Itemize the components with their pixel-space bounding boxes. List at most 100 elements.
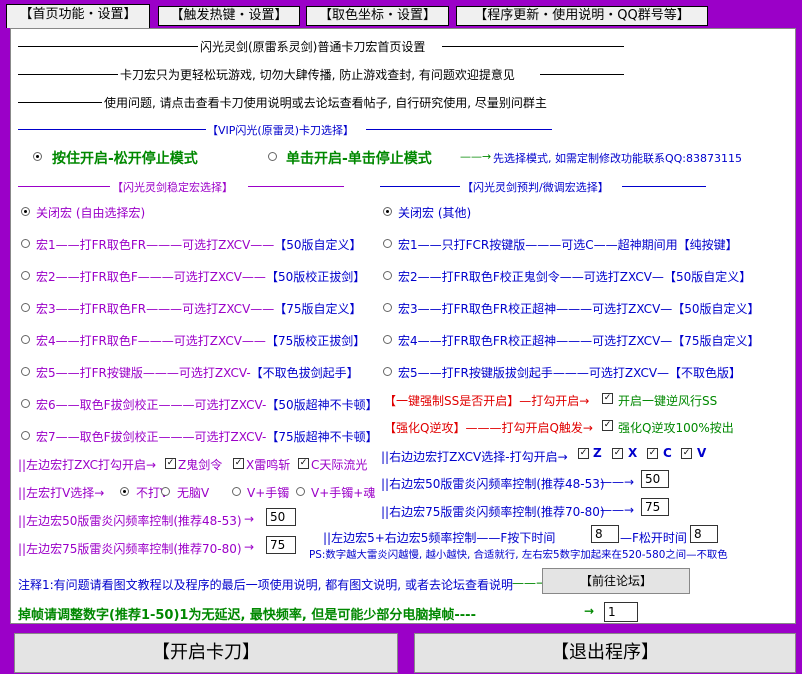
divider: [622, 186, 706, 187]
ps-note: PS:数字越大雷炎闪越慢, 越小越快, 合适就行, 左右宏5数字加起来在520-…: [309, 549, 728, 561]
key5-down-input[interactable]: 8: [591, 525, 619, 543]
left-macro3-radio[interactable]: [21, 303, 30, 312]
left-v-bracelet-radio[interactable]: [232, 487, 241, 496]
left-off-label: 关闭宏 (自由选择宏): [36, 206, 146, 220]
left-macro2-radio[interactable]: [21, 271, 30, 280]
left-macro4-radio[interactable]: [21, 335, 30, 344]
tab-hotkey-settings[interactable]: 【触发热键・设置】: [158, 6, 300, 26]
forum-button[interactable]: 【前往论坛】: [542, 568, 690, 594]
left-c-checkbox[interactable]: ✓: [298, 458, 309, 469]
right-x-label: X: [628, 446, 638, 460]
qnx-label: 【强化Q逆攻】———打勾开启Q触发→: [384, 421, 593, 435]
right-macro3-label: 宏3——打FR取色FR校正超神———可选打ZXCV—【50版自定义】: [398, 302, 760, 316]
right-c-label: C: [663, 446, 672, 460]
left-macro6-label: 宏6——取色F拔剑校正———可选打ZXCV-【50版超神不卡顿】: [36, 398, 378, 412]
divider: [18, 186, 110, 187]
left-freq75-input[interactable]: 75: [266, 536, 296, 554]
left-z-checkbox[interactable]: ✓: [165, 458, 176, 469]
left-macro6-radio[interactable]: [21, 399, 30, 408]
left-v-none-radio[interactable]: [120, 487, 129, 496]
frame-label: 掉帧请调整数字(推荐1-50)1为无延迟, 最快频率, 但是可能少部分电脑掉帧-…: [18, 608, 476, 623]
qnx-check-label: 强化Q逆攻100%按出: [618, 421, 734, 435]
mode-hold-label: 按住开启-松开停止模式: [52, 151, 198, 167]
right-z-label: Z: [593, 446, 602, 460]
divider: [380, 186, 460, 187]
right-macro5-radio[interactable]: [383, 367, 392, 376]
right-x-checkbox[interactable]: ✓: [612, 448, 623, 459]
left-freq50-label: ||左边宏50版雷炎闪频率控制(推荐48-53): [18, 514, 242, 528]
left-macro1-label: 宏1——打FR取色FR———可选打ZXCV——【50版自定义】: [36, 238, 362, 252]
right-freq75-label: ||右边宏75版雷炎闪频率控制(推荐70-80): [381, 505, 605, 519]
mode-click-label: 单击开启-单击停止模式: [286, 151, 432, 167]
frame-input[interactable]: 1: [604, 602, 638, 622]
divider: [366, 129, 552, 130]
left-v-label: ||左宏打V选择→: [18, 486, 105, 500]
right-macro1-radio[interactable]: [383, 239, 392, 248]
left-freq50-input[interactable]: 50: [266, 508, 296, 526]
right-z-checkbox[interactable]: ✓: [578, 448, 589, 459]
exit-button[interactable]: 【退出程序】: [414, 633, 796, 673]
left-macro3-label: 宏3——打FR取色FR———可选打ZXCV——【75版自定义】: [36, 302, 362, 316]
left-macro5-radio[interactable]: [21, 367, 30, 376]
left-v-brainless-label: 无脑V: [177, 486, 210, 500]
notice-2: 使用问题, 请点击查看卡刀使用说明或去论坛查看帖子, 自行研究使用, 尽量别问群…: [104, 96, 547, 110]
key5-up-label: —F松开时间: [620, 531, 687, 545]
arrow-icon: ——→: [600, 503, 635, 517]
right-freq75-input[interactable]: 75: [641, 498, 669, 516]
left-v-bracelet-soul-label: V+手镯+魂: [311, 486, 376, 500]
tab-home-settings[interactable]: 【首页功能・设置】: [6, 4, 150, 28]
key5-label: ||左边宏5+右边宏5频率控制——F按下时间: [323, 531, 556, 545]
qnx-checkbox[interactable]: ✓: [602, 420, 613, 431]
notice-1: 卡刀宏只为更轻松玩游戏, 切勿大肆传播, 防止游戏查封, 有问题欢迎提意见: [120, 68, 515, 82]
left-zxc-label: ||左边宏打ZXC打勾开启→: [18, 458, 157, 472]
right-macro1-label: 宏1——只打FCR按键版———可选C——超神期间用【纯按键】: [398, 238, 738, 252]
ss-checkbox[interactable]: ✓: [602, 393, 613, 404]
tab-color-coords[interactable]: 【取色坐标・设置】: [306, 6, 449, 26]
right-freq50-input[interactable]: 50: [641, 470, 669, 488]
footer-note: 注释1:有问题请看图文教程以及程序的最后一项使用说明, 都有图文说明, 或者去论…: [18, 578, 513, 592]
left-macro2-label: 宏2——打FR取色F———可选打ZXCV——【50版校正拔剑】: [36, 270, 366, 284]
mode-hold-radio[interactable]: [33, 152, 42, 161]
right-macro4-radio[interactable]: [383, 335, 392, 344]
vip-title: 【VIP闪光(原雷灵)卡刀选择】: [207, 124, 354, 137]
left-z-label: Z鬼剑令: [178, 458, 223, 472]
left-macro7-label: 宏7——取色F拔剑校正———可选打ZXCV-【75版超神不卡顿】: [36, 430, 378, 444]
left-group-title: 【闪光灵剑稳定宏选择】: [112, 181, 233, 194]
divider: [248, 186, 344, 187]
right-c-checkbox[interactable]: ✓: [647, 448, 658, 459]
key5-up-input[interactable]: 8: [690, 525, 718, 543]
left-x-label: X雷鸣斩: [246, 458, 291, 472]
right-off-radio[interactable]: [383, 207, 392, 216]
left-v-brainless-radio[interactable]: [161, 487, 170, 496]
left-c-label: C天际流光: [311, 458, 368, 472]
right-macro3-radio[interactable]: [383, 303, 392, 312]
start-button[interactable]: 【开启卡刀】: [14, 633, 398, 673]
arrow-icon: ——→: [460, 150, 492, 163]
arrow-icon: ——→: [512, 576, 547, 590]
left-v-bracelet-soul-radio[interactable]: [296, 487, 305, 496]
right-v-label: V: [697, 446, 707, 460]
right-macro4-label: 宏4——打FR取色FR校正超神———可选打ZXCV—【75版自定义】: [398, 334, 760, 348]
arrow-icon: →: [244, 540, 255, 554]
left-macro4-label: 宏4——打FR取色F———可选打ZXCV——【75版校正拔剑】: [36, 334, 366, 348]
divider: [18, 102, 102, 103]
left-macro5-label: 宏5——打FR按键版———可选打ZXCV-【不取色拔剑起手】: [36, 366, 359, 380]
left-macro1-radio[interactable]: [21, 239, 30, 248]
right-v-checkbox[interactable]: ✓: [681, 448, 692, 459]
arrow-icon: →: [584, 604, 595, 618]
mode-hint: 先选择模式, 如需定制修改功能联系QQ:83873115: [493, 152, 743, 165]
left-off-radio[interactable]: [21, 207, 30, 216]
arrow-icon: →: [244, 512, 255, 526]
right-macro2-radio[interactable]: [383, 271, 392, 280]
divider: [540, 74, 624, 75]
divider: [18, 46, 198, 47]
divider: [18, 129, 206, 130]
ss-check-label: 开启一键逆风行SS: [618, 394, 718, 408]
left-macro7-radio[interactable]: [21, 431, 30, 440]
mode-click-radio[interactable]: [268, 152, 277, 161]
left-x-checkbox[interactable]: ✓: [233, 458, 244, 469]
tab-update-help-qq[interactable]: 【程序更新・使用说明・QQ群号等】: [456, 6, 708, 26]
divider: [442, 46, 624, 47]
page-title: 闪光灵剑(原雷系灵剑)普通卡刀宏首页设置: [200, 40, 426, 54]
right-group-title: 【闪光灵剑预判/微调宏选择】: [462, 181, 609, 194]
